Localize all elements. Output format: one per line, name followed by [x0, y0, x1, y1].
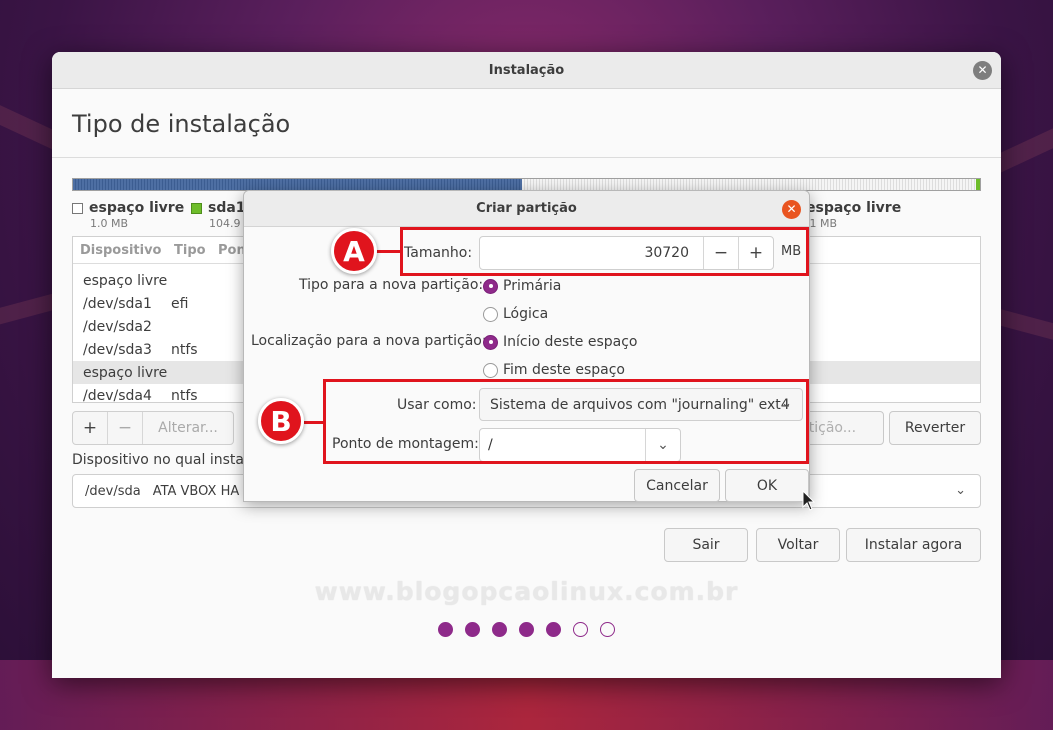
progress-dot	[573, 622, 588, 637]
row-device: /dev/sda1	[83, 295, 152, 312]
location-label: Localização para a nova partição:	[251, 333, 487, 349]
chevron-down-icon: ⌄	[955, 483, 966, 498]
add-partition-button[interactable]: +	[73, 412, 108, 444]
dialog-title: Criar partição	[476, 201, 577, 216]
annotation-badge-b: B	[258, 398, 304, 444]
page-title: Tipo de instalação	[72, 110, 291, 138]
annotation-badge-a: A	[331, 228, 377, 274]
row-type: efi	[171, 295, 189, 312]
progress-dot	[546, 622, 561, 637]
highlight-box-b	[323, 379, 809, 464]
annotation-connector	[304, 421, 325, 424]
legend-label: sda1	[208, 200, 246, 216]
type-label: Tipo para a nova partição:	[299, 277, 484, 293]
revert-button[interactable]: Reverter	[889, 411, 981, 445]
watermark: www.blogopcaolinux.com.br	[314, 577, 739, 606]
cancel-button[interactable]: Cancelar	[634, 469, 720, 502]
legend-size: 1.0 MB	[90, 217, 129, 230]
radio-label: Fim deste espaço	[503, 362, 625, 378]
close-icon[interactable]: ✕	[973, 61, 992, 80]
divider	[52, 157, 1001, 158]
dialog-titlebar: Criar partição ✕	[244, 191, 809, 227]
progress-dot	[519, 622, 534, 637]
radio-unchecked-icon	[483, 306, 498, 322]
window-title: Instalação	[488, 62, 565, 78]
remove-partition-button[interactable]: −	[108, 412, 143, 444]
progress-dot	[465, 622, 480, 637]
dialog-close-icon[interactable]: ✕	[782, 200, 801, 219]
radio-start[interactable]: Início deste espaço	[483, 334, 637, 350]
progress-dots	[438, 622, 627, 637]
boot-device-model: ATA VBOX HA	[152, 483, 240, 499]
progress-dot	[492, 622, 507, 637]
install-now-button[interactable]: Instalar agora	[846, 528, 981, 562]
row-device: /dev/sda3	[83, 341, 152, 358]
back-button[interactable]: Voltar	[756, 528, 840, 562]
legend-swatch	[72, 202, 83, 214]
column-header[interactable]: Pon	[218, 243, 246, 258]
radio-checked-icon	[483, 334, 498, 350]
radio-unchecked-icon	[483, 362, 498, 378]
titlebar: Instalação ✕	[52, 52, 1001, 89]
radio-logical[interactable]: Lógica	[483, 306, 548, 322]
radio-primary[interactable]: Primária	[483, 278, 561, 294]
radio-checked-icon	[483, 278, 498, 294]
legend-swatch	[191, 202, 202, 214]
row-type: ntfs	[171, 387, 198, 404]
column-header[interactable]: Tipo	[174, 243, 206, 258]
partition-bar-end	[976, 179, 980, 190]
progress-dot	[600, 622, 615, 637]
legend-item: espaço livre .1 MB	[806, 200, 901, 230]
partition-bar-free	[522, 179, 976, 190]
row-type: ntfs	[171, 341, 198, 358]
progress-dot	[438, 622, 453, 637]
boot-loader-label: Dispositivo no qual instala	[72, 452, 257, 468]
annotation-connector	[375, 250, 402, 253]
change-partition-button[interactable]: Alterar...	[143, 412, 233, 444]
quit-button[interactable]: Sair	[664, 528, 748, 562]
legend-size: .1 MB	[806, 217, 838, 230]
row-device: espaço livre	[83, 364, 168, 381]
partition-toolbar: + − Alterar...	[72, 411, 234, 445]
column-header[interactable]: Dispositivo	[80, 243, 162, 258]
row-device: /dev/sda2	[83, 318, 152, 335]
highlight-box-a	[400, 227, 809, 276]
radio-label: Início deste espaço	[503, 334, 638, 350]
legend-item: sda1 104.9	[191, 200, 246, 230]
partition-bar-used	[73, 179, 522, 190]
mouse-cursor-icon	[802, 490, 816, 511]
row-device: /dev/sda4	[83, 387, 152, 404]
radio-label: Lógica	[503, 306, 549, 322]
ok-button[interactable]: OK	[725, 469, 809, 502]
radio-label: Primária	[503, 278, 562, 294]
boot-device: /dev/sda	[85, 483, 141, 499]
row-device: espaço livre	[83, 272, 168, 289]
legend-item: espaço livre 1.0 MB	[72, 200, 184, 230]
radio-end[interactable]: Fim deste espaço	[483, 362, 625, 378]
legend-size: 104.9	[209, 217, 241, 230]
legend-label: espaço livre	[806, 200, 902, 216]
legend-label: espaço livre	[89, 200, 185, 216]
